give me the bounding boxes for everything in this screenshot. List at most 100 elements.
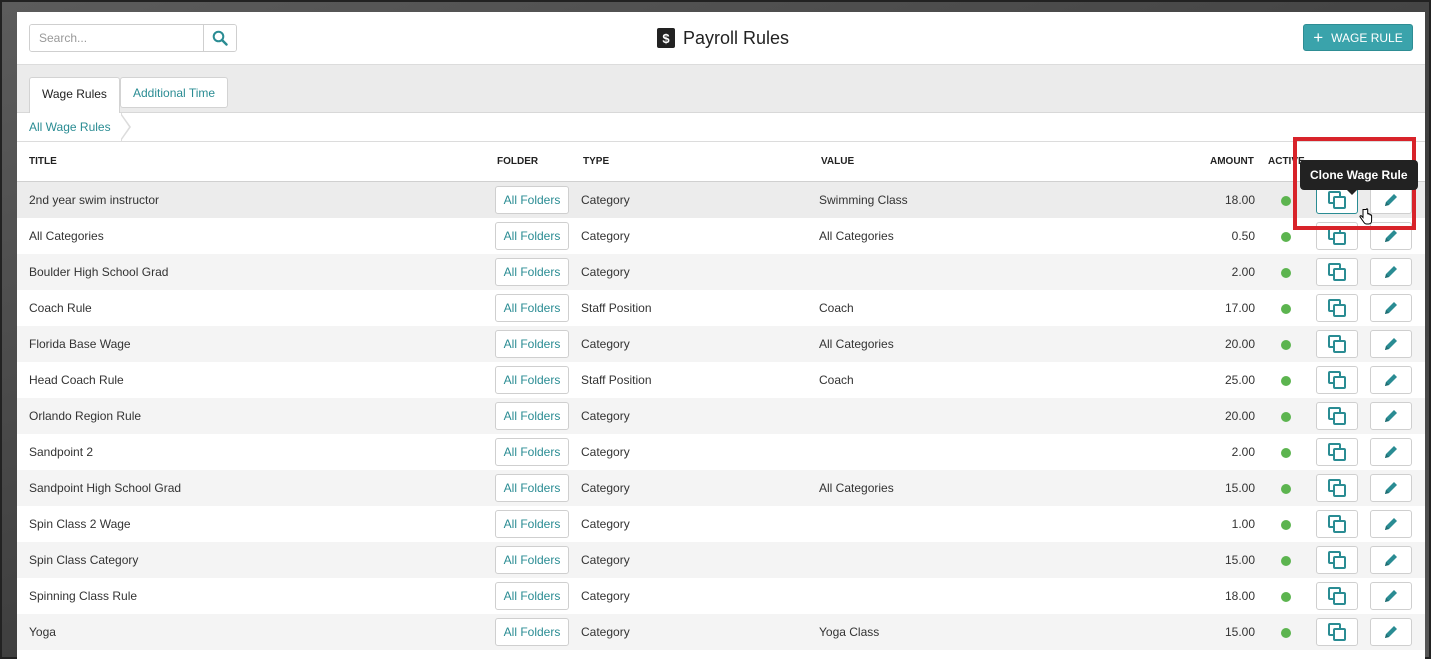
edit-wage-rule-button[interactable] — [1370, 258, 1412, 286]
table-row[interactable]: Yoga All Folders Category Yoga Class 15.00 — [17, 614, 1425, 650]
active-status-dot — [1281, 412, 1291, 422]
row-type: Category — [581, 445, 630, 459]
tab-additional-time[interactable]: Additional Time — [120, 77, 229, 108]
row-type: Category — [581, 517, 630, 531]
pencil-icon — [1385, 518, 1397, 530]
add-wage-rule-button[interactable]: + WAGE RULE — [1303, 24, 1413, 51]
table-row[interactable]: Spin Class 2 Wage All Folders Category 1.00 — [17, 506, 1425, 542]
table-row[interactable]: Coach Rule All Folders Staff Position Coach… — [17, 290, 1425, 326]
page-header: $ Payroll Rules + WAGE RULE — [17, 12, 1425, 65]
clone-wage-rule-button[interactable] — [1316, 510, 1358, 538]
clone-wage-rule-button[interactable] — [1316, 402, 1358, 430]
active-status-dot — [1281, 268, 1291, 278]
row-title: 2nd year swim instructor — [29, 193, 160, 207]
tooltip: Clone Wage Rule — [1300, 160, 1418, 190]
dollar-sign-icon: $ — [657, 28, 675, 48]
edit-wage-rule-button[interactable] — [1370, 438, 1412, 466]
active-status-dot — [1281, 304, 1291, 314]
folder-button[interactable]: All Folders — [495, 474, 569, 502]
table-row[interactable]: Florida Base Wage All Folders Category All … — [17, 326, 1425, 362]
row-title: Orlando Region Rule — [29, 409, 142, 423]
clone-wage-rule-button[interactable] — [1316, 546, 1358, 574]
edit-wage-rule-button[interactable] — [1370, 582, 1412, 610]
folder-button[interactable]: All Folders — [495, 222, 569, 250]
clone-wage-rule-button[interactable] — [1316, 258, 1358, 286]
table-row[interactable]: Boulder High School Grad All Folders Categ… — [17, 254, 1425, 290]
folder-button[interactable]: All Folders — [495, 438, 569, 466]
edit-wage-rule-button[interactable] — [1370, 294, 1412, 322]
folder-button[interactable]: All Folders — [495, 366, 569, 394]
table-row[interactable]: Head Coach Rule All Folders Staff Position… — [17, 362, 1425, 398]
row-title: Sandpoint 2 — [29, 445, 94, 459]
row-title: All Categories — [29, 229, 104, 243]
edit-wage-rule-button[interactable] — [1370, 474, 1412, 502]
clone-icon — [1328, 299, 1346, 317]
clone-wage-rule-button[interactable] — [1316, 330, 1358, 358]
row-title: Florida Base Wage — [29, 337, 131, 351]
active-status-dot — [1281, 340, 1291, 350]
folder-button[interactable]: All Folders — [495, 294, 569, 322]
edit-wage-rule-button[interactable] — [1370, 546, 1412, 574]
active-status-dot — [1281, 484, 1291, 494]
column-header-amount[interactable]: AMOUNT — [1210, 156, 1254, 167]
folder-button[interactable]: All Folders — [495, 402, 569, 430]
edit-wage-rule-button[interactable] — [1370, 618, 1412, 646]
pencil-icon — [1385, 374, 1397, 386]
column-header-title[interactable]: TITLE — [29, 156, 57, 167]
table-row[interactable]: Spin Class Category All Folders Category 15… — [17, 542, 1425, 578]
table-row[interactable]: All Categories All Folders Category All Cat… — [17, 218, 1425, 254]
edit-wage-rule-button[interactable] — [1370, 366, 1412, 394]
row-type: Category — [581, 265, 630, 279]
folder-button[interactable]: All Folders — [495, 186, 569, 214]
hand-cursor-icon — [1359, 208, 1373, 225]
active-status-dot — [1281, 376, 1291, 386]
folder-button[interactable]: All Folders — [495, 546, 569, 574]
table-row[interactable]: Orlando Region Rule All Folders Category 20… — [17, 398, 1425, 434]
row-type: Staff Position — [581, 301, 652, 315]
pencil-icon — [1385, 446, 1397, 458]
table-row[interactable]: Spinning Class Rule All Folders Category 18… — [17, 578, 1425, 614]
search-button[interactable] — [203, 25, 236, 51]
column-header-type[interactable]: TYPE — [583, 156, 609, 167]
add-wage-rule-label: WAGE RULE — [1331, 30, 1403, 45]
edit-wage-rule-button[interactable] — [1370, 330, 1412, 358]
search-input[interactable] — [30, 25, 203, 51]
pencil-icon — [1385, 626, 1397, 638]
clone-icon — [1328, 623, 1346, 641]
clone-wage-rule-button[interactable] — [1316, 438, 1358, 466]
clone-wage-rule-button[interactable] — [1316, 618, 1358, 646]
folder-button[interactable]: All Folders — [495, 618, 569, 646]
column-header-value[interactable]: VALUE — [821, 156, 854, 167]
pencil-icon — [1385, 482, 1397, 494]
clone-wage-rule-button[interactable] — [1316, 582, 1358, 610]
row-title: Boulder High School Grad — [29, 265, 169, 279]
column-header-folder[interactable]: FOLDER — [497, 156, 538, 167]
table-row[interactable]: Sandpoint 2 All Folders Category 2.00 — [17, 434, 1425, 470]
row-type: Category — [581, 589, 630, 603]
breadcrumb-all-wage-rules[interactable]: All Wage Rules — [17, 113, 122, 141]
table-row[interactable]: Sandpoint High School Grad All Folders Cat… — [17, 470, 1425, 506]
clone-wage-rule-button[interactable] — [1316, 474, 1358, 502]
row-amount: 15.00 — [1224, 481, 1255, 495]
row-type: Category — [581, 553, 630, 567]
row-amount: 2.00 — [1231, 445, 1255, 459]
folder-button[interactable]: All Folders — [495, 258, 569, 286]
tab-wage-rules[interactable]: Wage Rules — [29, 77, 120, 114]
pencil-icon — [1385, 410, 1397, 422]
tabs-bar: Wage Rules Additional Time — [17, 65, 1425, 114]
tab-label: Wage Rules — [42, 87, 107, 101]
row-amount: 0.50 — [1231, 229, 1255, 243]
folder-button[interactable]: All Folders — [495, 510, 569, 538]
edit-wage-rule-button[interactable] — [1370, 402, 1412, 430]
edit-wage-rule-button[interactable] — [1370, 510, 1412, 538]
table-row[interactable]: 2nd year swim instructor All Folders Categ… — [17, 182, 1425, 218]
folder-button[interactable]: All Folders — [495, 330, 569, 358]
row-title: Spinning Class Rule — [29, 589, 138, 603]
clone-icon — [1328, 551, 1346, 569]
row-value: All Categories — [819, 229, 894, 243]
pencil-icon — [1385, 266, 1397, 278]
row-title: Yoga — [29, 625, 56, 639]
clone-wage-rule-button[interactable] — [1316, 366, 1358, 394]
clone-wage-rule-button[interactable] — [1316, 294, 1358, 322]
folder-button[interactable]: All Folders — [495, 582, 569, 610]
